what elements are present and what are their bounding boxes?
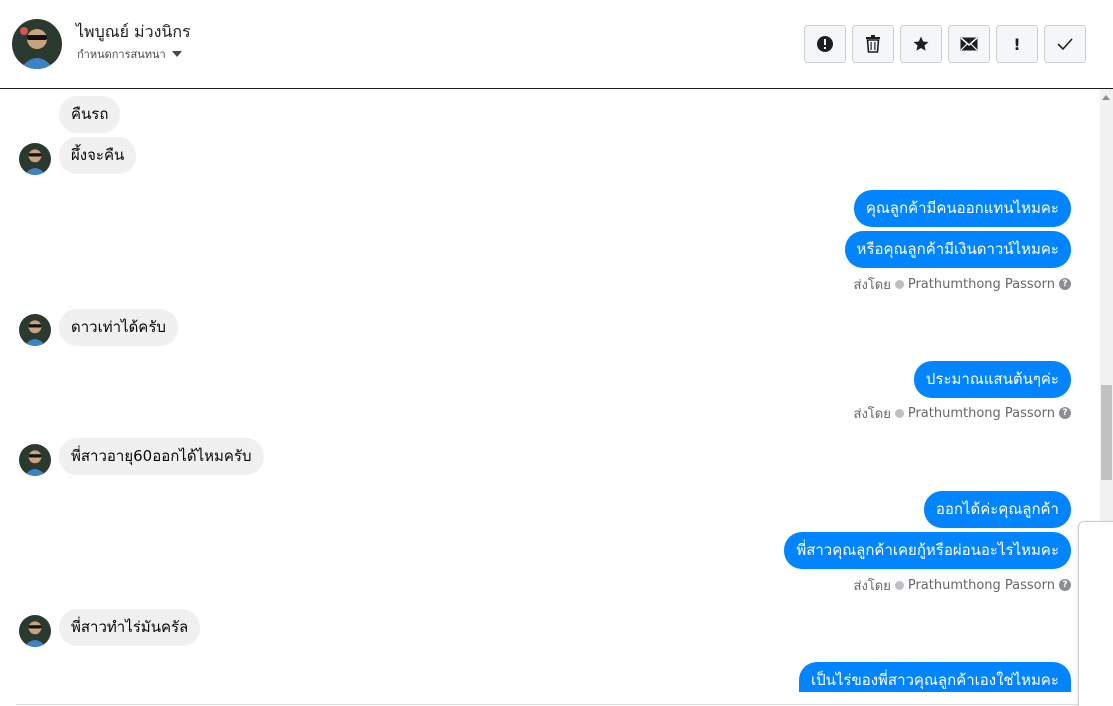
message-outgoing: คุณลูกค้ามีคนออกแทนไหมคะ (853, 190, 1071, 227)
message-incoming: พี่สาวอายุ60ออกได้ไหมครับ (59, 438, 264, 475)
side-panel[interactable] (1078, 521, 1113, 706)
check-icon (1057, 38, 1073, 51)
sent-by-prefix: ส่งโดย (853, 277, 891, 293)
message-outgoing: เป็นไร่ของพี่สาวคุณลูกค้าเองใช่ไหมคะ (798, 662, 1071, 692)
mark-unread-button[interactable] (948, 25, 990, 63)
scrollbar-thumb[interactable] (1101, 385, 1112, 480)
verified-icon (894, 580, 904, 590)
message-outgoing: พี่สาวคุณลูกค้าเคยกู้หรือผ่อนอะไรไหมคะ (784, 532, 1071, 569)
sender-avatar[interactable] (19, 143, 51, 175)
sent-by-label: ส่งโดย Prathumthong Passorn ? (853, 405, 1071, 422)
contact-name[interactable]: ไพบูณย์ ม่วงนิกร (76, 20, 191, 45)
sent-by-prefix: ส่งโดย (853, 406, 891, 422)
caret-down-icon (171, 51, 182, 57)
message-outgoing: ประมาณแสนต้นๆค่ะ (913, 361, 1071, 398)
message-incoming: คืนรถ (59, 96, 121, 133)
star-button[interactable] (900, 25, 942, 63)
sent-by-prefix: ส่งโดย (853, 578, 891, 594)
sent-by-agent[interactable]: Prathumthong Passorn (908, 406, 1055, 421)
contact-avatar[interactable] (12, 19, 62, 69)
star-icon (913, 36, 929, 51)
sent-by-label: ส่งโดย Prathumthong Passorn ? (853, 276, 1071, 293)
message-incoming: ดาวเท่าได้ครับ (59, 309, 178, 346)
conversation-header: ไพบูณย์ ม่วงนิกร กำหนดการสนทนา ! (0, 0, 1113, 89)
message-incoming: ผึ้งจะคืน (59, 137, 137, 174)
message-outgoing: หรือคุณลูกค้ามีเงินดาวน์ไหมคะ (844, 231, 1071, 268)
conversation-setting-label: กำหนดการสนทนา (77, 48, 166, 61)
help-icon[interactable]: ? (1059, 407, 1071, 419)
help-icon[interactable]: ? (1059, 278, 1071, 290)
verified-icon (894, 408, 904, 418)
alert-circle-icon (817, 36, 833, 52)
sent-by-agent[interactable]: Prathumthong Passorn (908, 277, 1055, 292)
sent-by-label: ส่งโดย Prathumthong Passorn ? (853, 577, 1071, 594)
report-button[interactable]: ! (996, 25, 1038, 63)
sent-by-agent[interactable]: Prathumthong Passorn (908, 578, 1055, 593)
conversation-setting-dropdown[interactable]: กำหนดการสนทนา (77, 45, 182, 63)
mark-done-button[interactable] (1044, 25, 1086, 63)
mark-spam-button[interactable] (804, 25, 846, 63)
sender-avatar[interactable] (19, 314, 51, 346)
sender-avatar[interactable] (19, 615, 51, 647)
delete-button[interactable] (852, 25, 894, 63)
help-icon[interactable]: ? (1059, 579, 1071, 591)
sender-avatar[interactable] (19, 444, 51, 476)
message-incoming: พี่สาวทำไร่มันครัล (59, 609, 201, 646)
verified-icon (894, 279, 904, 289)
envelope-icon (960, 37, 978, 51)
message-outgoing: ออกได้ค่ะคุณลูกค้า (923, 491, 1071, 528)
exclamation-icon: ! (1013, 34, 1021, 54)
scroll-up-icon[interactable] (1102, 95, 1110, 100)
trash-icon (866, 35, 880, 53)
